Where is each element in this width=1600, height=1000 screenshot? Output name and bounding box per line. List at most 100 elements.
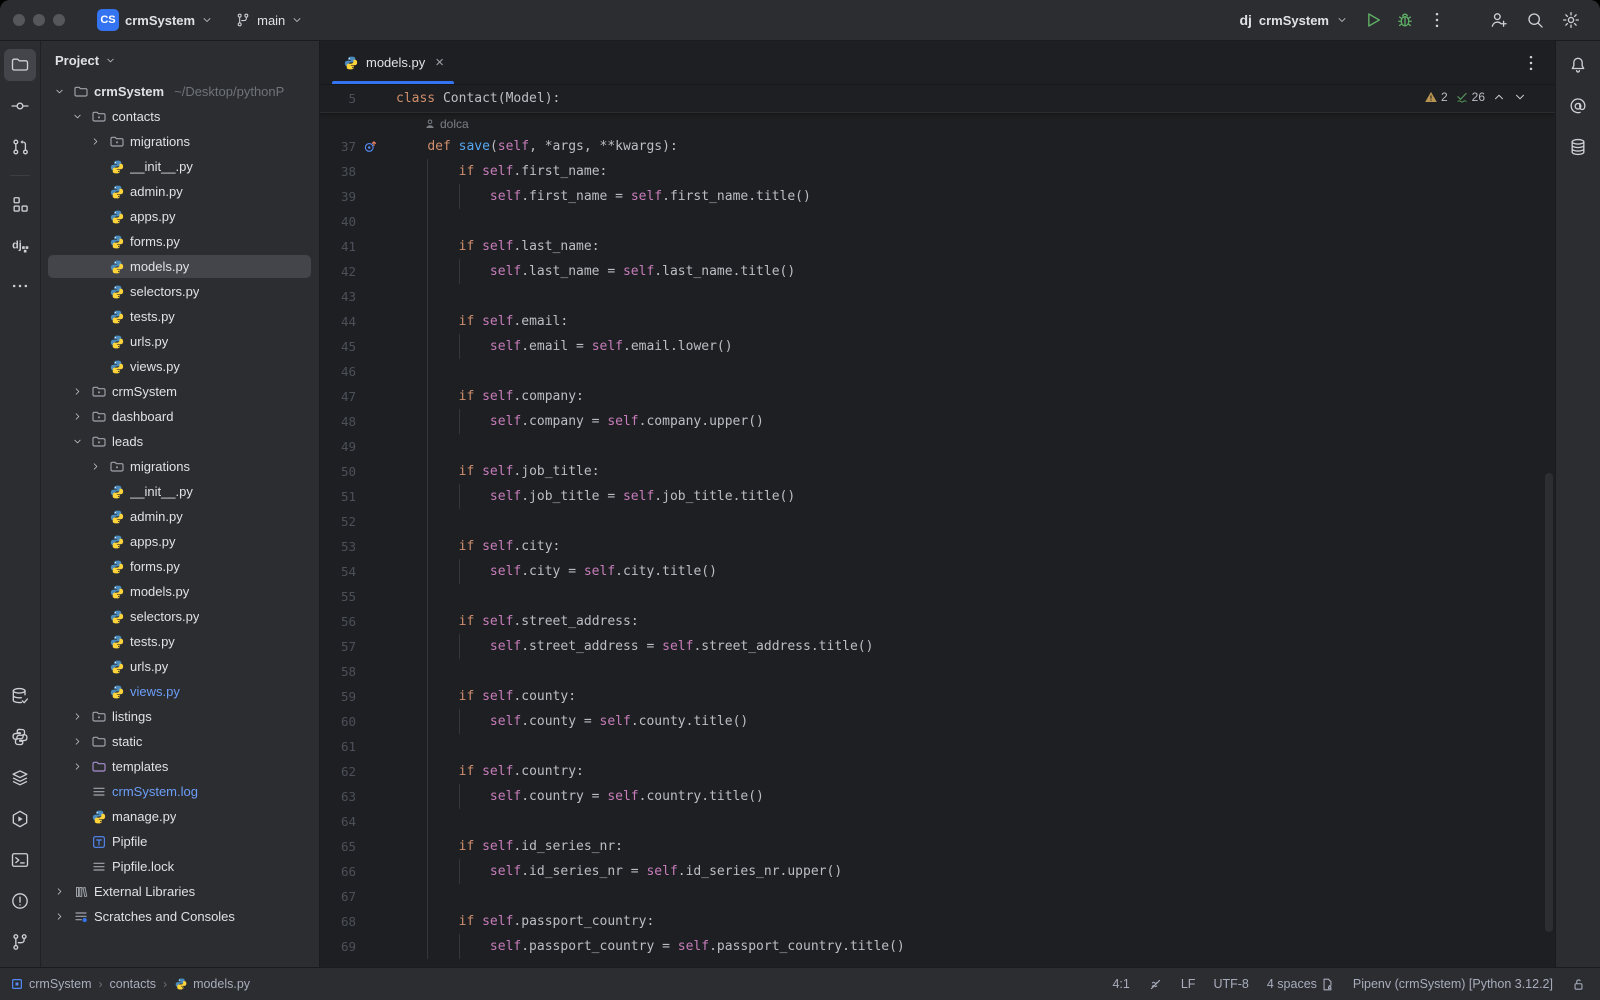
editor-scrollbar[interactable] xyxy=(1545,473,1553,932)
tree-item-selectors-py[interactable]: selectors.py xyxy=(41,604,319,629)
debug-icon[interactable] xyxy=(1390,5,1420,35)
minimize-window-button[interactable] xyxy=(33,14,45,26)
chevron-collapsed-icon[interactable] xyxy=(87,136,103,147)
tree-item-urls-py[interactable]: urls.py xyxy=(41,654,319,679)
tree-item-templates[interactable]: templates xyxy=(41,754,319,779)
chevron-collapsed-icon[interactable] xyxy=(69,736,85,747)
tree-item-models-py[interactable]: models.py xyxy=(41,579,319,604)
ai-assistant-icon[interactable] xyxy=(1562,90,1594,122)
tree-item-label: urls.py xyxy=(130,334,168,349)
breadcrumb-models-py[interactable]: models.py xyxy=(174,977,250,991)
project-folder-icon[interactable] xyxy=(4,49,36,81)
tree-item-contacts[interactable]: contacts xyxy=(41,104,319,129)
breadcrumb-crmsystem[interactable]: crmSystem xyxy=(10,977,92,991)
highlighting-level-icon[interactable] xyxy=(1148,977,1163,992)
code-author-inlay[interactable]: dolca xyxy=(320,113,1555,134)
tree-item-crmsystem[interactable]: crmSystem~/Desktop/pythonP xyxy=(41,79,319,104)
inspections-widget[interactable]: 2 26 xyxy=(1424,90,1527,104)
breadcrumb-contacts[interactable]: contacts xyxy=(110,977,157,991)
chevron-expanded-icon[interactable] xyxy=(69,436,85,447)
maximize-window-button[interactable] xyxy=(53,14,65,26)
caret-position-widget[interactable]: 4:1 xyxy=(1112,977,1129,991)
chevron-collapsed-icon[interactable] xyxy=(69,711,85,722)
unlocked-padlock-icon[interactable] xyxy=(1571,977,1586,992)
problems-icon[interactable] xyxy=(4,885,36,917)
terminal-icon[interactable] xyxy=(4,844,36,876)
tree-item-views-py[interactable]: views.py xyxy=(41,354,319,379)
editor-options-kebab-icon[interactable] xyxy=(1521,53,1541,73)
tree-item-urls-py[interactable]: urls.py xyxy=(41,329,319,354)
project-panel-header[interactable]: Project xyxy=(41,41,319,79)
tree-item-manage-py[interactable]: manage.py xyxy=(41,804,319,829)
bell-icon[interactable] xyxy=(1562,49,1594,81)
search-icon[interactable] xyxy=(1520,5,1550,35)
toml-icon xyxy=(90,834,107,850)
layers-icon[interactable] xyxy=(4,762,36,794)
close-window-button[interactable] xyxy=(13,14,25,26)
tab-models-py[interactable]: models.py × xyxy=(329,41,457,84)
tree-item-pipfile[interactable]: Pipfile xyxy=(41,829,319,854)
user-plus-icon[interactable] xyxy=(1484,5,1514,35)
line-ending-widget[interactable]: LF xyxy=(1181,977,1196,991)
chevron-expanded-icon[interactable] xyxy=(51,86,67,97)
more-icon[interactable] xyxy=(4,270,36,302)
tree-item-views-py[interactable]: views.py xyxy=(41,679,319,704)
line-number: 58 xyxy=(320,664,356,679)
tree-item-admin-py[interactable]: admin.py xyxy=(41,504,319,529)
run-configuration-selector[interactable]: dj crmSystem xyxy=(1233,8,1354,32)
python-icon[interactable] xyxy=(4,721,36,753)
tree-item-forms-py[interactable]: forms.py xyxy=(41,554,319,579)
chevron-collapsed-icon[interactable] xyxy=(69,386,85,397)
hexagon-play-icon[interactable] xyxy=(4,803,36,835)
tree-item-tests-py[interactable]: tests.py xyxy=(41,304,319,329)
tree-item-dashboard[interactable]: dashboard xyxy=(41,404,319,429)
indent-widget[interactable]: 4 spaces xyxy=(1267,977,1335,992)
tree-item-crmsystem[interactable]: crmSystem xyxy=(41,379,319,404)
encoding-widget[interactable]: UTF-8 xyxy=(1213,977,1248,991)
chevron-collapsed-icon[interactable] xyxy=(69,411,85,422)
pull-requests-icon[interactable] xyxy=(4,131,36,163)
tree-item-pipfile-lock[interactable]: Pipfile.lock xyxy=(41,854,319,879)
tree-item-crmsystem-log[interactable]: crmSystem.log xyxy=(41,779,319,804)
indent-guide xyxy=(427,909,428,934)
tree-item-models-py[interactable]: models.py xyxy=(41,254,319,279)
previous-problem-icon[interactable] xyxy=(1492,90,1506,104)
overrides-method-gutter-icon[interactable] xyxy=(356,139,384,154)
chevron-collapsed-icon[interactable] xyxy=(51,911,67,922)
tree-item-scratches-and-consoles[interactable]: Scratches and Consoles xyxy=(41,904,319,929)
tree-item-static[interactable]: static xyxy=(41,729,319,754)
database-check-icon[interactable] xyxy=(4,680,36,712)
tree-item-forms-py[interactable]: forms.py xyxy=(41,229,319,254)
gear-icon[interactable] xyxy=(1556,5,1586,35)
sticky-line[interactable]: 5 class Contact(Model): xyxy=(320,85,1555,113)
tree-item-apps-py[interactable]: apps.py xyxy=(41,529,319,554)
tree-item-init-py[interactable]: __init__.py xyxy=(41,154,319,179)
django-structure-icon[interactable]: dj xyxy=(4,229,36,261)
tree-item-init-py[interactable]: __init__.py xyxy=(41,479,319,504)
chevron-collapsed-icon[interactable] xyxy=(69,761,85,772)
tree-item-selectors-py[interactable]: selectors.py xyxy=(41,279,319,304)
structure-icon[interactable] xyxy=(4,188,36,220)
tree-item-external-libraries[interactable]: External Libraries xyxy=(41,879,319,904)
tree-item-listings[interactable]: listings xyxy=(41,704,319,729)
kebab-icon[interactable] xyxy=(1422,5,1452,35)
tree-item-apps-py[interactable]: apps.py xyxy=(41,204,319,229)
tree-item-migrations[interactable]: migrations xyxy=(41,129,319,154)
branch-widget[interactable]: main xyxy=(227,8,311,32)
project-widget[interactable]: CS crmSystem xyxy=(89,5,221,35)
tree-item-tests-py[interactable]: tests.py xyxy=(41,629,319,654)
python-interpreter-widget[interactable]: Pipenv (crmSystem) [Python 3.12.2] xyxy=(1353,977,1553,991)
tree-item-leads[interactable]: leads xyxy=(41,429,319,454)
chevron-expanded-icon[interactable] xyxy=(69,111,85,122)
chevron-collapsed-icon[interactable] xyxy=(87,461,103,472)
tree-item-migrations[interactable]: migrations xyxy=(41,454,319,479)
next-problem-icon[interactable] xyxy=(1513,90,1527,104)
commit-icon[interactable] xyxy=(4,90,36,122)
database-icon[interactable] xyxy=(1562,131,1594,163)
play-icon[interactable] xyxy=(1358,5,1388,35)
chevron-collapsed-icon[interactable] xyxy=(51,886,67,897)
close-tab-icon[interactable]: × xyxy=(432,53,447,72)
git-branch-icon[interactable] xyxy=(4,926,36,958)
code-editor[interactable]: 2 26 5 class Contact(Model): dolca 37 de… xyxy=(320,85,1555,967)
tree-item-admin-py[interactable]: admin.py xyxy=(41,179,319,204)
